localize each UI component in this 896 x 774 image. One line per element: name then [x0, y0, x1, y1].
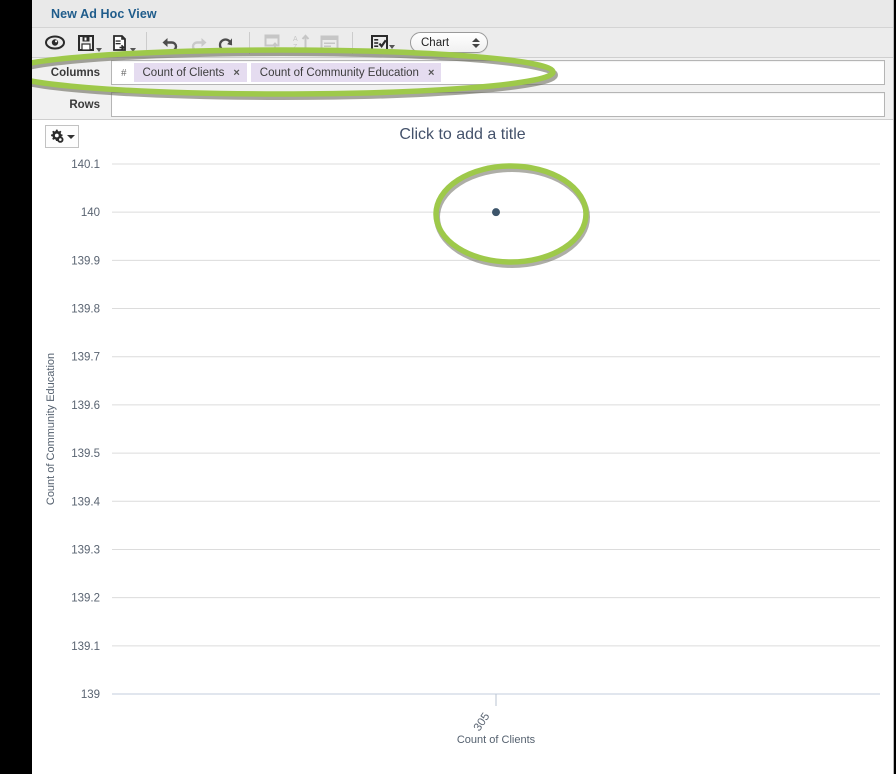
toolbar-separator [352, 31, 353, 54]
y-tick-label: 139.6 [71, 400, 100, 412]
toolbar-group-data: A Z [259, 28, 343, 57]
y-tick-label: 139.5 [71, 448, 100, 460]
y-tick-label: 139.3 [71, 544, 100, 556]
columns-shelf-dropzone[interactable]: # Count of Clients × Count of Community … [111, 60, 885, 85]
gear-icon[interactable] [45, 125, 79, 148]
chip-count-of-community-education[interactable]: Count of Community Education × [250, 63, 442, 82]
undo-icon[interactable] [156, 30, 184, 56]
display-dropdown-caret[interactable] [389, 44, 395, 49]
y-tick-label: 139.8 [71, 304, 100, 316]
chart-x-axis-label: Count of Clients [457, 734, 536, 746]
y-tick-label: 140 [81, 207, 100, 219]
rows-shelf-dropzone[interactable] [111, 92, 885, 117]
y-tick-label: 139.7 [71, 352, 100, 364]
sort-icon: A Z [287, 30, 315, 56]
toolbar-separator [146, 31, 147, 54]
measure-marker-icon: # [121, 66, 127, 79]
export-dropdown-caret[interactable] [130, 47, 136, 52]
y-tick-label: 139 [81, 689, 100, 701]
chart-x-axis: 305 [472, 694, 497, 734]
labels-icon [315, 30, 343, 56]
data-point[interactable] [492, 208, 500, 217]
y-tick-label: 139.9 [71, 255, 100, 267]
chart-y-axis-label: Count of Community Education [45, 353, 57, 505]
export-icon[interactable] [103, 30, 137, 56]
save-dropdown-caret[interactable] [96, 47, 102, 52]
revert-icon[interactable] [212, 30, 240, 56]
checklist-icon[interactable] [362, 30, 396, 56]
toolbar-group-file [41, 28, 137, 57]
shelf-area: Columns # Count of Clients × Count of Co… [32, 58, 893, 119]
group-icon [259, 30, 287, 56]
toolbar-separator [249, 31, 250, 54]
y-tick-label: 139.4 [71, 496, 100, 508]
x-tick-label: 305 [472, 711, 493, 734]
y-tick-label: 140.1 [71, 159, 100, 171]
chip-count-of-clients[interactable]: Count of Clients × [133, 63, 247, 82]
chip-remove-icon[interactable]: × [428, 67, 434, 79]
chip-label: Count of Clients [142, 66, 225, 79]
redo-icon [184, 30, 212, 56]
chip-remove-icon[interactable]: × [233, 67, 239, 79]
chart-panel: Click to add a title 139 139.1 139.2 139.3 1… [32, 119, 893, 759]
chart-data-points [492, 208, 500, 217]
eye-icon[interactable] [41, 30, 69, 56]
view-type-value: Chart [421, 36, 450, 49]
main-toolbar: A Z Chart [32, 28, 893, 58]
chevron-down-icon[interactable] [66, 134, 75, 139]
toolbar-group-history [156, 28, 240, 57]
ad-hoc-view-window: New Ad Hoc View A Z Chart Columns # Coun… [32, 0, 894, 774]
svg-text:Z: Z [293, 44, 298, 51]
chart-plot: 139 139.1 139.2 139.3 139.4 139.5 139.6 139.7 13… [45, 159, 880, 746]
chevron-updown-icon [472, 37, 480, 48]
window-titlebar: New Ad Hoc View [32, 0, 893, 28]
chart-gridlines [112, 163, 880, 695]
columns-shelf: Columns # Count of Clients × Count of Co… [32, 58, 893, 87]
view-type-select[interactable]: Chart [410, 32, 488, 53]
page-title: New Ad Hoc View [51, 6, 157, 21]
rows-shelf-label: Rows [69, 98, 100, 111]
columns-shelf-label: Columns [50, 66, 100, 79]
y-tick-label: 139.2 [71, 593, 100, 605]
rows-shelf: Rows [32, 90, 893, 119]
svg-text:A: A [293, 36, 298, 43]
toolbar-group-display [362, 28, 396, 57]
chart-y-tick-labels: 139 139.1 139.2 139.3 139.4 139.5 139.6 139.7 13… [71, 159, 100, 701]
chip-label: Count of Community Education [259, 66, 419, 79]
save-icon[interactable] [69, 30, 103, 56]
y-tick-label: 139.1 [71, 641, 100, 653]
